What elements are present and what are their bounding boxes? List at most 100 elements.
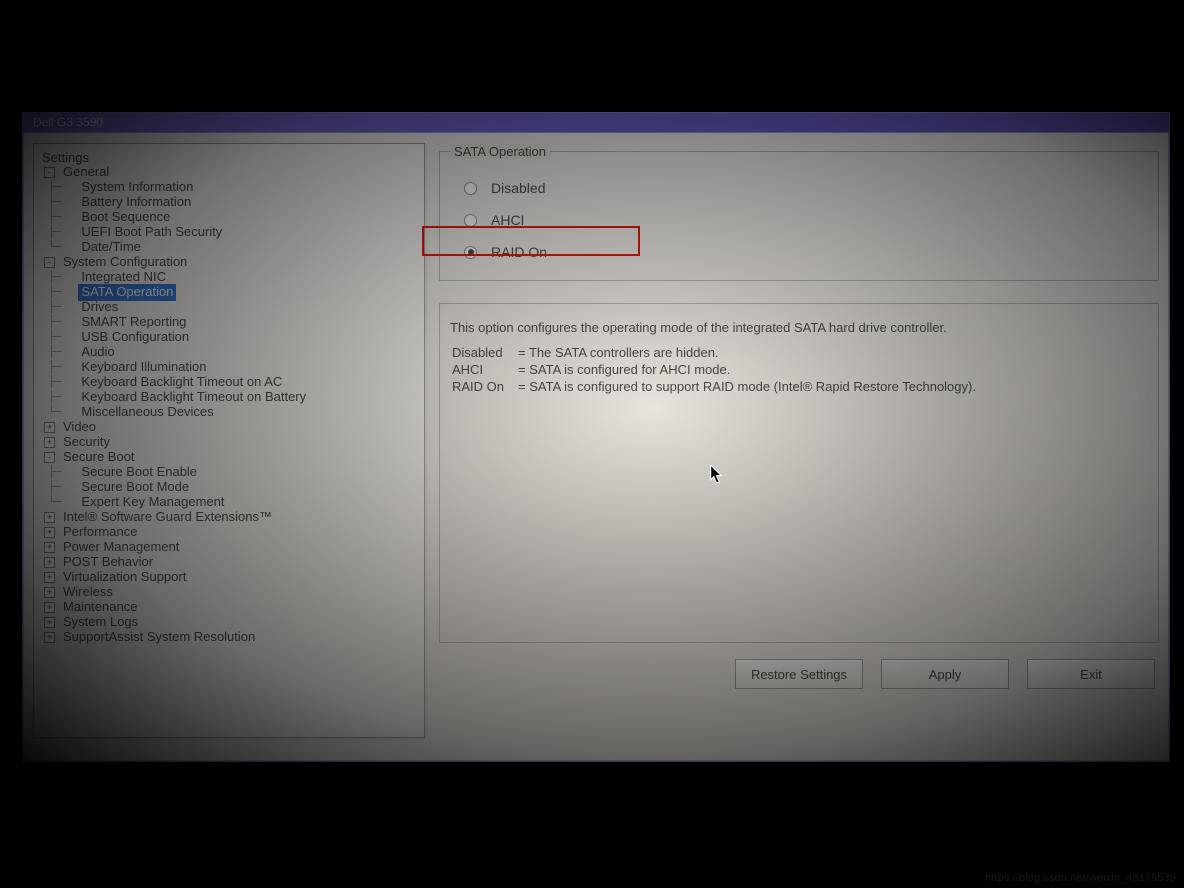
exit-button[interactable]: Exit — [1027, 659, 1155, 689]
apply-button[interactable]: Apply — [881, 659, 1009, 689]
description-key: Disabled — [452, 345, 516, 360]
tree-item[interactable]: -System Configuration — [34, 255, 424, 270]
expand-icon[interactable]: + — [44, 557, 55, 568]
sata-operation-group: SATA Operation DisabledAHCIRAID On — [439, 151, 1159, 281]
tree-item-label: Virtualization Support — [60, 569, 189, 585]
radio-option[interactable]: RAID On — [464, 236, 1142, 268]
tree-item[interactable]: ├─Battery Information — [34, 195, 424, 210]
tree-item-label: Performance — [60, 524, 140, 540]
collapse-icon[interactable]: - — [44, 257, 55, 268]
tree-item-label: Maintenance — [60, 599, 140, 615]
tree-item[interactable]: + Maintenance — [34, 600, 424, 615]
bios-window: Dell G3 3590 Settings -General ├─System … — [22, 112, 1170, 762]
tree-item-label: Drives — [78, 299, 121, 315]
tree-item[interactable]: +Security — [34, 435, 424, 450]
tree-item[interactable]: └─Miscellaneous Devices — [34, 405, 424, 420]
expand-icon[interactable]: + — [44, 617, 55, 628]
tree-item[interactable]: -Secure Boot — [34, 450, 424, 465]
settings-tree: Settings -General ├─System Information ├… — [33, 143, 425, 738]
tree-item[interactable]: + Power Management — [34, 540, 424, 555]
tree-leaf-spacer — [62, 182, 73, 193]
description-value: = SATA is configured to support RAID mod… — [518, 379, 976, 394]
tree-item[interactable]: ├─Secure Boot Mode — [34, 480, 424, 495]
expand-icon[interactable]: + — [44, 632, 55, 643]
tree-container: -General ├─System Information ├─Battery … — [34, 165, 424, 645]
tree-item[interactable]: + Performance — [34, 525, 424, 540]
tree-item[interactable]: ├─SATA Operation — [34, 285, 424, 300]
tree-item[interactable]: + Virtualization Support — [34, 570, 424, 585]
tree-item[interactable]: -General — [34, 165, 424, 180]
group-legend: SATA Operation — [450, 144, 550, 159]
tree-item-label: Integrated NIC — [78, 269, 169, 285]
tree-item-label: Boot Sequence — [78, 209, 173, 225]
expand-icon[interactable]: + — [44, 437, 55, 448]
tree-item[interactable]: + Intel® Software Guard Extensions™ — [34, 510, 424, 525]
tree-item[interactable]: +SupportAssist System Resolution — [34, 630, 424, 645]
description-key: RAID On — [452, 379, 516, 394]
expand-icon[interactable]: + — [44, 602, 55, 613]
tree-item-label: Expert Key Management — [78, 494, 227, 510]
tree-item-label: Wireless — [60, 584, 116, 600]
expand-icon[interactable]: + — [44, 422, 55, 433]
radio-option[interactable]: Disabled — [464, 172, 1142, 204]
tree-item[interactable]: └─Expert Key Management — [34, 495, 424, 510]
radio-icon[interactable] — [464, 182, 477, 195]
expand-icon[interactable]: + — [44, 587, 55, 598]
tree-item-label: Intel® Software Guard Extensions™ — [60, 509, 275, 525]
tree-item[interactable]: ├─Audio — [34, 345, 424, 360]
tree-item-label: Keyboard Backlight Timeout on AC — [78, 374, 285, 390]
collapse-icon[interactable]: - — [44, 452, 55, 463]
tree-item-label: Miscellaneous Devices — [78, 404, 216, 420]
tree-item[interactable]: + Wireless — [34, 585, 424, 600]
tree-leaf-spacer — [62, 197, 73, 208]
tree-leaf-spacer — [62, 362, 73, 373]
description-box: This option configures the operating mod… — [439, 303, 1159, 643]
tree-item[interactable]: ├─USB Configuration — [34, 330, 424, 345]
tree-item[interactable]: + System Logs — [34, 615, 424, 630]
window-title: Dell G3 3590 — [23, 113, 1169, 133]
tree-item[interactable]: ├─System Information — [34, 180, 424, 195]
radio-label: Disabled — [491, 180, 545, 196]
expand-icon[interactable]: + — [44, 512, 55, 523]
tree-item-label: Video — [60, 419, 99, 435]
tree-item[interactable]: ├─Integrated NIC — [34, 270, 424, 285]
collapse-icon[interactable]: - — [44, 167, 55, 178]
tree-leaf-spacer — [62, 392, 73, 403]
description-value: = SATA is configured for AHCI mode. — [518, 362, 976, 377]
tree-item[interactable]: ├─Keyboard Illumination — [34, 360, 424, 375]
tree-leaf-spacer — [62, 227, 73, 238]
tree-item-label: Power Management — [60, 539, 182, 555]
tree-item-label: Secure Boot Mode — [78, 479, 192, 495]
restore-settings-button[interactable]: Restore Settings — [735, 659, 863, 689]
tree-item-label: System Logs — [60, 614, 141, 630]
tree-item[interactable]: ├─Keyboard Backlight Timeout on Battery — [34, 390, 424, 405]
tree-item[interactable]: ├─Drives — [34, 300, 424, 315]
tree-item[interactable]: ├─Keyboard Backlight Timeout on AC — [34, 375, 424, 390]
tree-item-label: System Information — [78, 179, 196, 195]
tree-item[interactable]: + POST Behavior — [34, 555, 424, 570]
window-body: Settings -General ├─System Information ├… — [23, 133, 1169, 761]
tree-item[interactable]: ├─UEFI Boot Path Security — [34, 225, 424, 240]
tree-item-label: SMART Reporting — [78, 314, 189, 330]
expand-icon[interactable]: + — [44, 572, 55, 583]
radio-icon[interactable] — [464, 214, 477, 227]
radio-label: AHCI — [491, 212, 524, 228]
radio-icon[interactable] — [464, 246, 477, 259]
radio-option[interactable]: AHCI — [464, 204, 1142, 236]
tree-item[interactable]: ├─SMART Reporting — [34, 315, 424, 330]
expand-icon[interactable]: + — [44, 542, 55, 553]
tree-item[interactable]: └─Date/Time — [34, 240, 424, 255]
tree-leaf-spacer — [62, 272, 73, 283]
tree-item[interactable]: ├─Boot Sequence — [34, 210, 424, 225]
tree-item-label: Audio — [78, 344, 117, 360]
tree-item[interactable]: ├─Secure Boot Enable — [34, 465, 424, 480]
tree-item-label: SATA Operation — [78, 284, 176, 300]
tree-item-label: POST Behavior — [60, 554, 156, 570]
expand-icon[interactable]: + — [44, 527, 55, 538]
radio-label: RAID On — [491, 244, 547, 260]
tree-item-label: Secure Boot Enable — [78, 464, 200, 480]
tree-leaf-spacer — [62, 347, 73, 358]
tree-item-label: Secure Boot — [60, 449, 138, 465]
tree-leaf-spacer — [62, 287, 73, 298]
tree-item[interactable]: + Video — [34, 420, 424, 435]
